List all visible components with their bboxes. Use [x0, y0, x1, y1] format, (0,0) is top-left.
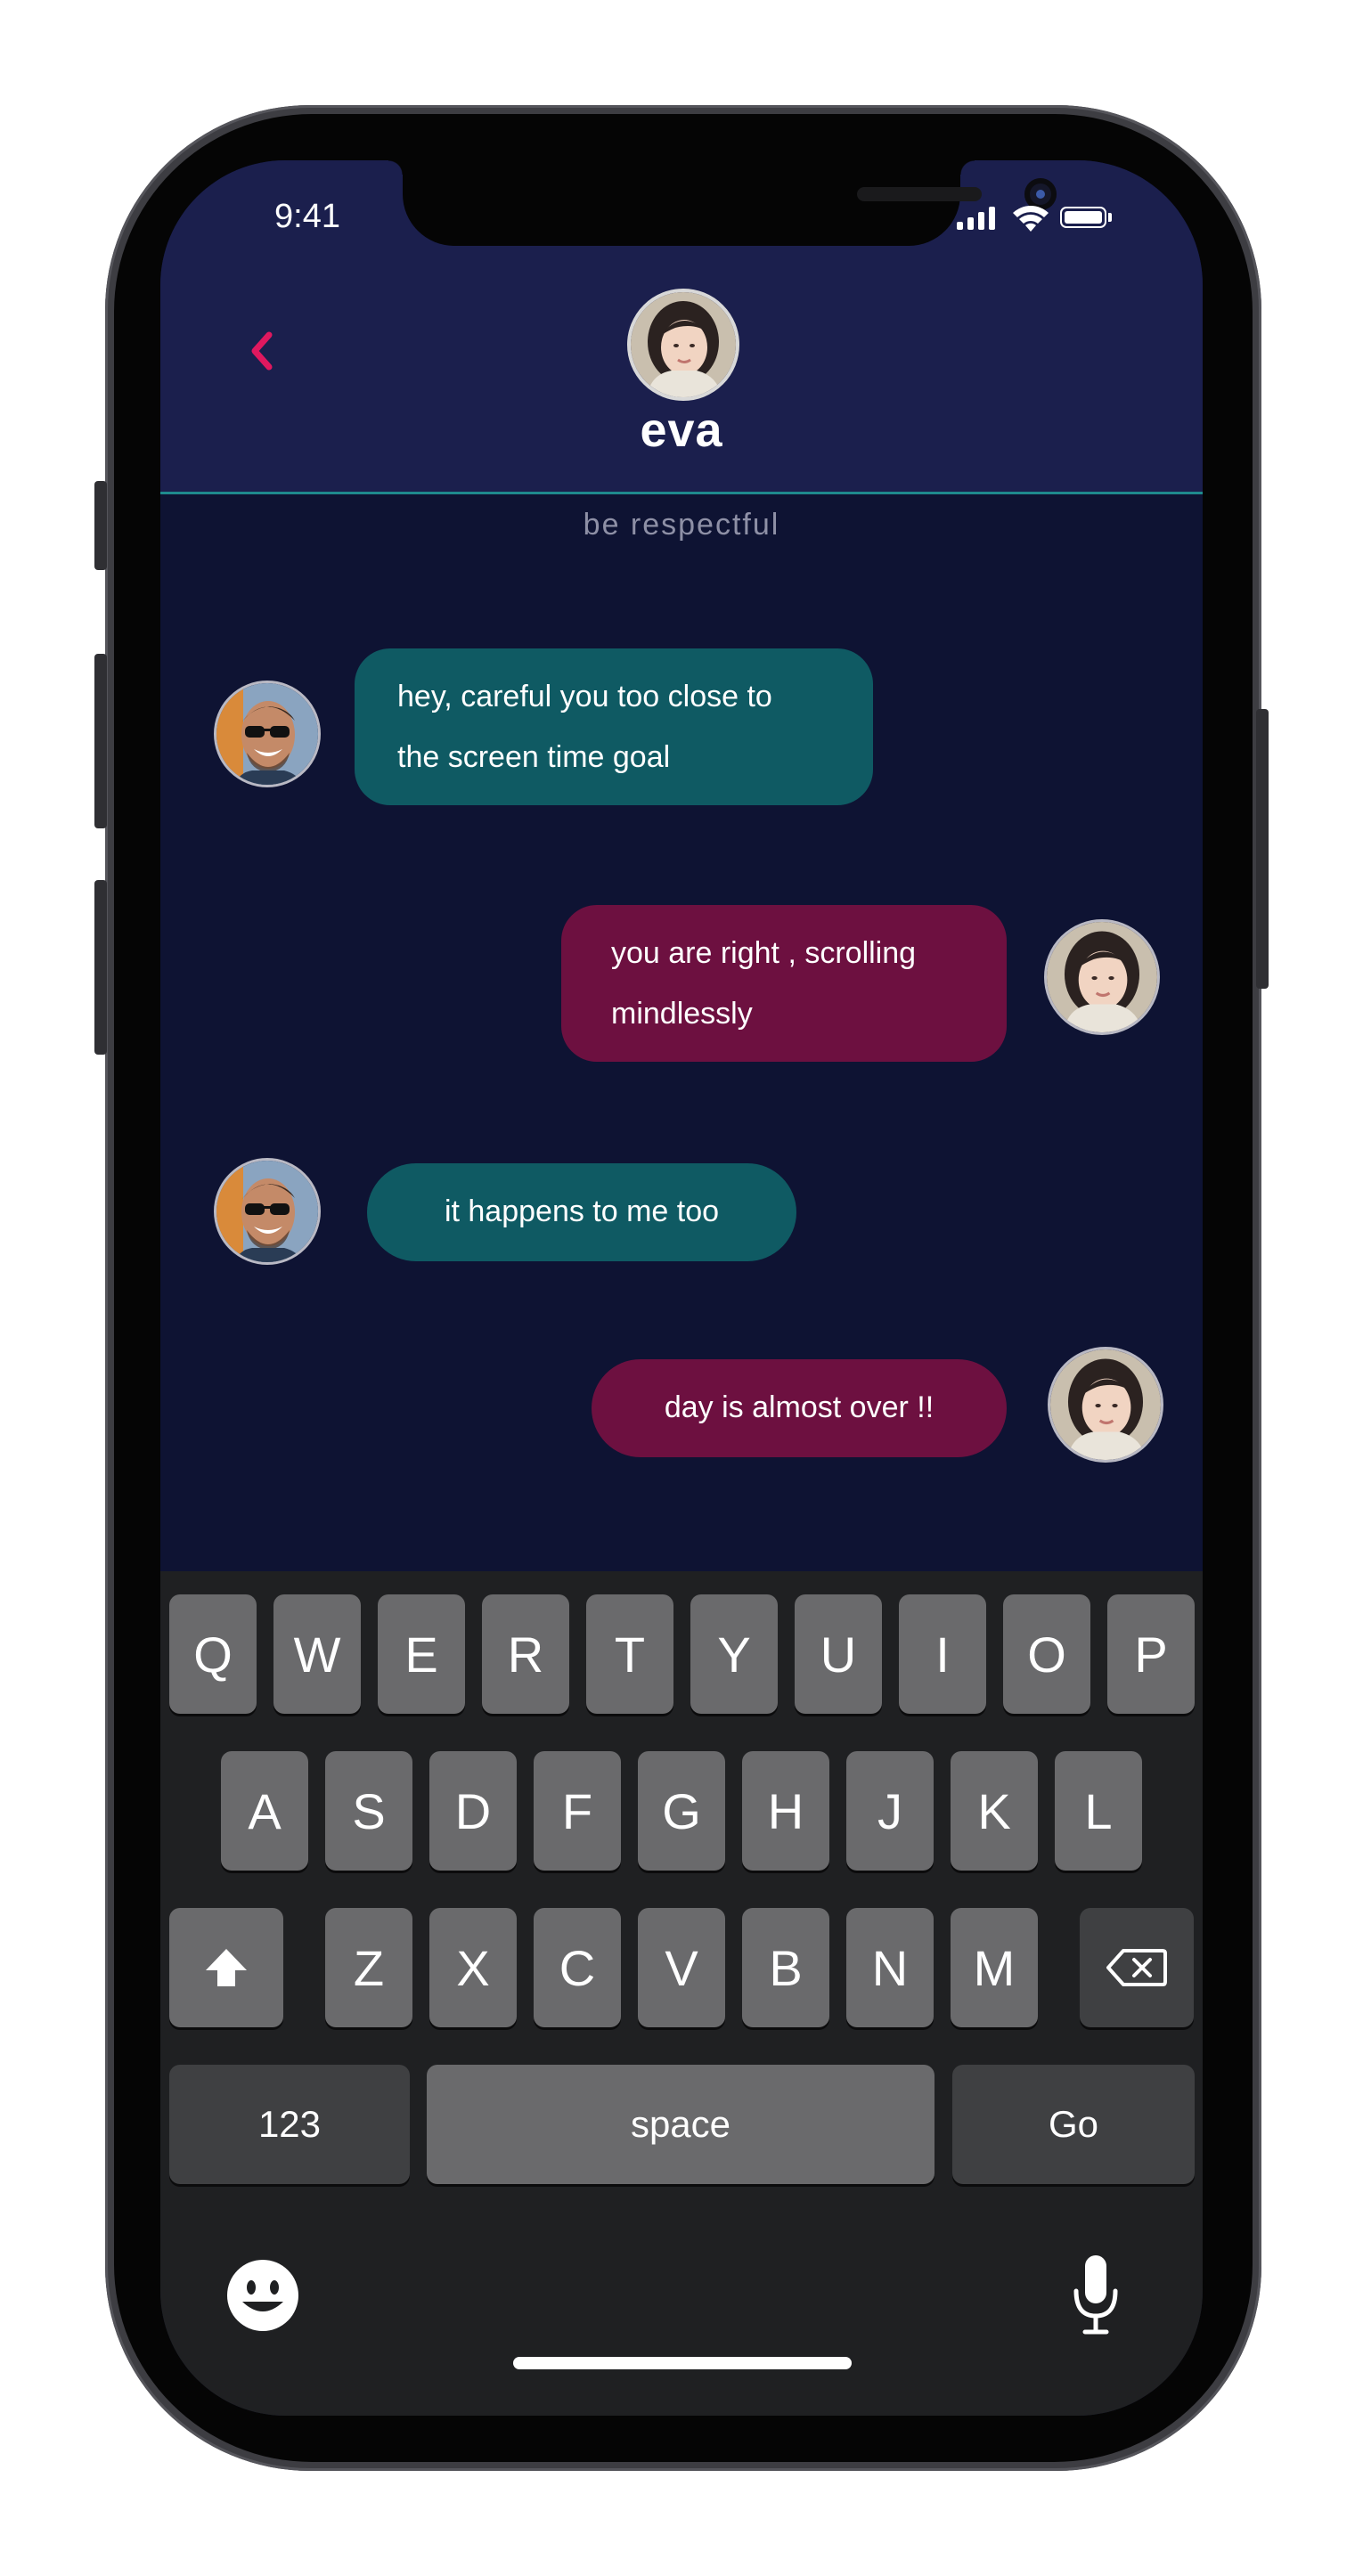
back-button[interactable]: [242, 324, 278, 378]
my-avatar[interactable]: [1044, 919, 1160, 1035]
microphone-icon: [1073, 2255, 1118, 2335]
sender-avatar[interactable]: [214, 681, 321, 787]
key-c[interactable]: C: [534, 1908, 621, 2027]
dictation-button[interactable]: [1069, 2250, 1122, 2339]
volume-up-button: [94, 654, 107, 828]
outgoing-message[interactable]: you are right , scrolling mindlessly: [561, 905, 1007, 1062]
key-s[interactable]: S: [325, 1751, 412, 1871]
keyboard: Q W E R T Y U I O P A S D F G H J K L Z …: [160, 1571, 1203, 2416]
backspace-key[interactable]: [1080, 1908, 1194, 2027]
numbers-key[interactable]: 123: [169, 2065, 410, 2184]
contact-name: eva: [640, 404, 723, 457]
battery-icon: [1060, 207, 1106, 228]
incoming-message[interactable]: hey, careful you too close to the screen…: [355, 648, 873, 805]
key-o[interactable]: O: [1003, 1594, 1090, 1714]
outgoing-message[interactable]: day is almost over !!: [592, 1359, 1007, 1457]
signal-bar: [989, 207, 995, 230]
key-q[interactable]: Q: [169, 1594, 257, 1714]
key-l[interactable]: L: [1055, 1751, 1142, 1871]
status-time: 9:41: [274, 198, 340, 235]
shift-key[interactable]: [169, 1908, 283, 2027]
wifi-icon: [1013, 206, 1049, 232]
contact-avatar[interactable]: [627, 289, 739, 401]
shift-arrow-icon: [206, 1949, 247, 1986]
key-d[interactable]: D: [429, 1751, 517, 1871]
backspace-icon: [1106, 1949, 1167, 1986]
key-x[interactable]: X: [429, 1908, 517, 2027]
key-v[interactable]: V: [638, 1908, 725, 2027]
message-line: the screen time goal: [397, 740, 671, 774]
header-divider: [160, 492, 1203, 494]
key-t[interactable]: T: [586, 1594, 673, 1714]
key-b[interactable]: B: [742, 1908, 829, 2027]
key-a[interactable]: A: [221, 1751, 308, 1871]
signal-icon: [957, 222, 963, 230]
key-e[interactable]: E: [378, 1594, 465, 1714]
chevron-left-icon: [251, 331, 273, 371]
home-indicator[interactable]: [513, 2357, 852, 2369]
notch: [388, 160, 1057, 246]
signal-bar: [967, 217, 974, 230]
sender-avatar[interactable]: [214, 1158, 321, 1265]
key-j[interactable]: J: [846, 1751, 934, 1871]
space-key[interactable]: space: [427, 2065, 935, 2184]
my-avatar[interactable]: [1048, 1347, 1163, 1463]
key-g[interactable]: G: [638, 1751, 725, 1871]
battery-tip: [1108, 213, 1112, 222]
power-button: [1256, 709, 1269, 989]
signal-bar: [978, 212, 984, 230]
message-line: mindlessly: [611, 997, 753, 1031]
incoming-message[interactable]: it happens to me too: [367, 1163, 796, 1261]
key-h[interactable]: H: [742, 1751, 829, 1871]
key-m[interactable]: M: [951, 1908, 1038, 2027]
emoji-button[interactable]: [224, 2257, 301, 2334]
key-r[interactable]: R: [482, 1594, 569, 1714]
key-f[interactable]: F: [534, 1751, 621, 1871]
emoji-icon: [227, 2260, 298, 2331]
volume-down-button: [94, 880, 107, 1055]
go-key[interactable]: Go: [952, 2065, 1195, 2184]
message-line: hey, careful you too close to: [397, 680, 772, 713]
key-y[interactable]: Y: [690, 1594, 778, 1714]
message-line: you are right , scrolling: [611, 936, 917, 970]
message-line: it happens to me too: [444, 1194, 720, 1228]
key-u[interactable]: U: [795, 1594, 882, 1714]
key-k[interactable]: K: [951, 1751, 1038, 1871]
message-line: day is almost over !!: [664, 1390, 935, 1424]
key-p[interactable]: P: [1107, 1594, 1195, 1714]
key-i[interactable]: I: [899, 1594, 986, 1714]
key-n[interactable]: N: [846, 1908, 934, 2027]
key-z[interactable]: Z: [325, 1908, 412, 2027]
screen: 9:41 eva be respectful hey, careful you …: [160, 160, 1203, 2416]
status-icons: [951, 200, 1130, 235]
mute-switch: [94, 481, 107, 570]
conversation-banner: be respectful: [583, 508, 780, 542]
key-w[interactable]: W: [273, 1594, 361, 1714]
